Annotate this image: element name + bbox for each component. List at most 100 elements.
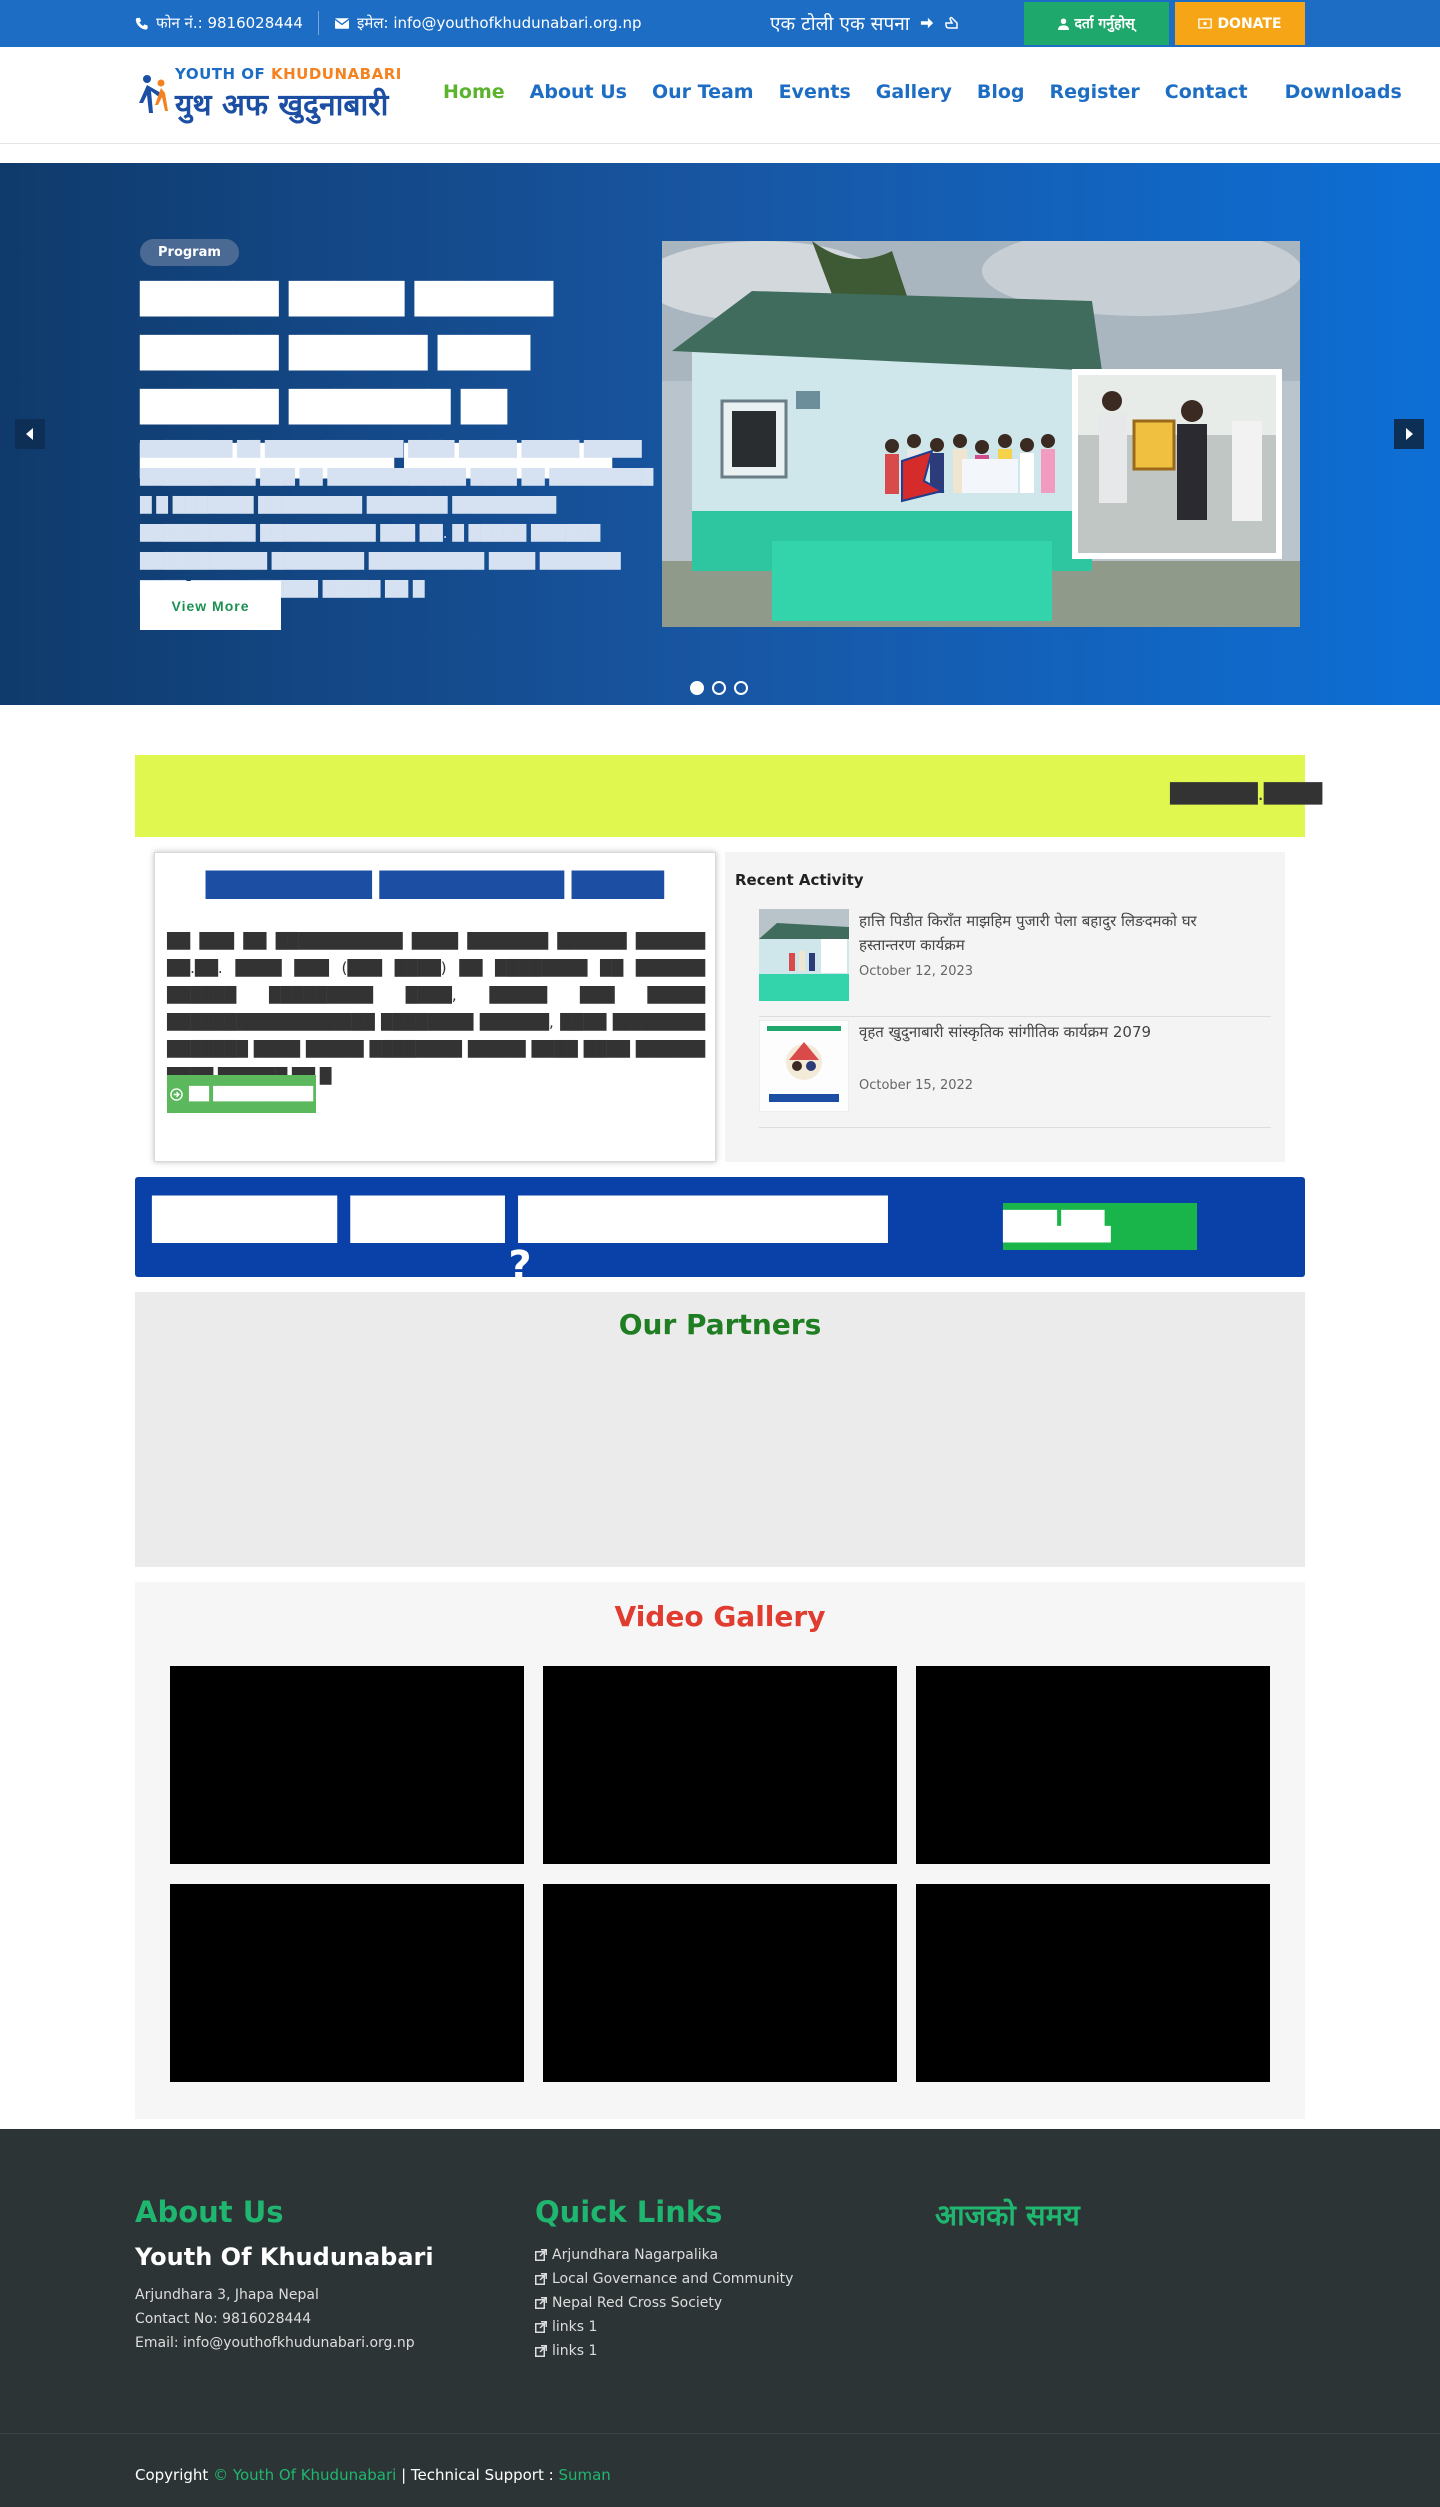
site-footer: About Us Youth Of Khudunabari Arjundhara…: [0, 2129, 1440, 2507]
footer-about: About Us Youth Of Khudunabari Arjundhara…: [135, 2195, 434, 2355]
copyright: Copyright © Youth Of Khudunabari | Techn…: [135, 2466, 611, 2484]
nav-contact[interactable]: Contact: [1165, 81, 1248, 103]
slider-dots: [690, 681, 748, 695]
nav-gallery[interactable]: Gallery: [876, 81, 952, 103]
video-gallery: Video Gallery: [135, 1582, 1305, 2119]
video-player[interactable]: [170, 1666, 524, 1864]
video-player[interactable]: [916, 1666, 1270, 1864]
slider-dot-3[interactable]: [734, 681, 748, 695]
slogan: एक टोली एक सपना: [770, 10, 962, 36]
nav-blog[interactable]: Blog: [977, 81, 1025, 103]
copyright-brand-link[interactable]: © Youth Of Khudunabari: [213, 2466, 396, 2484]
recent-item-title[interactable]: हात्ति पिडीत किराँत माझहिम पुजारी पेला ब…: [859, 909, 1239, 957]
footer-link[interactable]: Nepal Red Cross Society: [535, 2291, 793, 2315]
footer-time: आजको समय: [935, 2195, 1080, 2248]
site-header: YOUTH OF KHUDUNABARI युथ अफ खुदुनाबारी H…: [0, 47, 1440, 144]
slide-description: ████████ ██ ████████████ ████ █████ ████…: [140, 440, 654, 598]
register-button[interactable]: दर्ता गर्नुहोस्: [1024, 2, 1169, 45]
footer-address: Arjundhara 3, Jhapa Nepal: [135, 2287, 319, 2303]
partners-heading: Our Partners: [618, 1308, 822, 1341]
hero-slider: Program ██████ █████ ██████ ██████ █████…: [0, 163, 1440, 705]
footer-link[interactable]: Arjundhara Nagarpalika: [535, 2243, 793, 2267]
footer-org-name: Youth Of Khudunabari: [135, 2243, 434, 2271]
footer-link[interactable]: links 1: [535, 2315, 793, 2339]
top-bar: फोन नं.: 9816028444 इमेल: info@youthofkh…: [0, 0, 1440, 47]
donate-button[interactable]: DONATE: [1175, 2, 1305, 45]
external-link-icon: [535, 2297, 547, 2309]
nav-events[interactable]: Events: [779, 81, 851, 103]
arrow-right-icon: [920, 17, 933, 29]
nav-home[interactable]: Home: [443, 81, 505, 103]
support-link[interactable]: Suman: [558, 2466, 610, 2484]
phone-icon: [135, 17, 148, 30]
nav-register[interactable]: Register: [1050, 81, 1140, 103]
video-player[interactable]: [543, 1884, 897, 2082]
user-icon: [1058, 18, 1070, 30]
intro-more-button[interactable]: ██ ██████████: [167, 1075, 316, 1113]
slider-dot-2[interactable]: [712, 681, 726, 695]
caret-right-icon: [1406, 428, 1413, 440]
circle-arrow-icon: [170, 1087, 183, 1101]
marquee-text[interactable]: ██████.████: [1170, 783, 1322, 805]
footer-link[interactable]: links 1: [535, 2339, 793, 2363]
footer-contact: Contact No: 9816028444: [135, 2311, 312, 2327]
footer-quick-links: Quick Links Arjundhara Nagarpalika Local…: [535, 2195, 793, 2363]
caret-left-icon: [26, 428, 33, 440]
slider-next-button[interactable]: [1394, 419, 1424, 449]
video-player[interactable]: [170, 1884, 524, 2082]
nav-downloads[interactable]: Downloads: [1285, 81, 1402, 103]
slogan-text: एक टोली एक सपना: [770, 13, 910, 35]
hand-pointer-icon: [944, 16, 958, 29]
slider-dot-1[interactable]: [690, 681, 704, 695]
phone-text: फोन नं.: 9816028444: [156, 14, 303, 32]
recent-item-date: October 12, 2023: [859, 964, 974, 979]
logo-line1: YOUTH OF KHUDUNABARI: [175, 65, 402, 83]
recent-item[interactable]: वृहत खुदुनाबारी सांस्कृतिक सांगीतिक कार्…: [759, 1020, 1271, 1128]
footer-link[interactable]: Local Governance and Community: [535, 2267, 793, 2291]
video-player[interactable]: [916, 1884, 1270, 2082]
partners-section: Our Partners: [135, 1292, 1305, 1567]
footer-about-heading: About Us: [135, 2195, 284, 2229]
footer-time-heading: आजको समय: [935, 2198, 1080, 2232]
email-contact[interactable]: इमेल: info@youthofkhudunabari.org.np: [335, 13, 642, 33]
cta-button[interactable]: █████ ████ ██████████: [1003, 1203, 1197, 1250]
nav-our-team[interactable]: Our Team: [652, 81, 754, 103]
logo-mark-icon: [139, 75, 168, 113]
main-nav: Home About Us Our Team Events Gallery Bl…: [443, 81, 1427, 103]
phone-contact: फोन नं.: 9816028444: [135, 13, 303, 33]
cta-heading: ██████ █████ ████████████ ?: [152, 1197, 888, 1289]
video-gallery-heading: Video Gallery: [614, 1600, 826, 1633]
news-marquee: ██████.████: [135, 755, 1322, 837]
footer-email: Email: info@youthofkhudunabari.org.np: [135, 2335, 415, 2351]
envelope-icon: [335, 17, 349, 29]
view-more-button[interactable]: View More: [140, 581, 281, 630]
recent-heading: Recent Activity: [735, 871, 864, 889]
email-text: इमेल: info@youthofkhudunabari.org.np: [357, 14, 642, 32]
recent-thumbnail: [759, 909, 849, 1001]
video-player[interactable]: [543, 1666, 897, 1864]
footer-divider: [0, 2433, 1440, 2434]
external-link-icon: [535, 2345, 547, 2357]
recent-thumbnail: [759, 1020, 849, 1112]
recent-item-title[interactable]: वृहत खुदुनाबारी सांस्कृतिक सांगीतिक कार्…: [859, 1020, 1239, 1044]
slide-photo: [662, 241, 1300, 627]
nav-about-us[interactable]: About Us: [530, 81, 627, 103]
intro-heading: █████████ ██████████ █████: [205, 871, 665, 899]
recent-item[interactable]: हात्ति पिडीत किराँत माझहिम पुजारी पेला ब…: [759, 909, 1271, 1017]
money-icon: [1198, 18, 1213, 29]
logo-line2: युथ अफ खुदुनाबारी: [175, 88, 389, 123]
intro-body: ██ ███ ██ ███████████ ████ ███████ █████…: [167, 932, 705, 1085]
intro-more-label: ██ ██████████: [188, 1086, 314, 1102]
donate-label: DONATE: [1217, 15, 1282, 32]
site-logo[interactable]: YOUTH OF KHUDUNABARI युथ अफ खुदुनाबारी: [135, 65, 401, 125]
divider: [318, 11, 319, 35]
external-link-icon: [535, 2273, 547, 2285]
slider-prev-button[interactable]: [15, 419, 45, 449]
intro-card: █████████ ██████████ █████ ██ ███ ██ ███…: [154, 852, 716, 1162]
external-link-icon: [535, 2249, 547, 2261]
slide-tag: Program: [140, 239, 239, 266]
external-link-icon: [535, 2321, 547, 2333]
register-label: दर्ता गर्नुहोस्: [1074, 16, 1135, 32]
cta-banner: ██████ █████ ████████████ ? █████ ████ █…: [135, 1177, 1305, 1289]
footer-links-heading: Quick Links: [535, 2195, 723, 2229]
